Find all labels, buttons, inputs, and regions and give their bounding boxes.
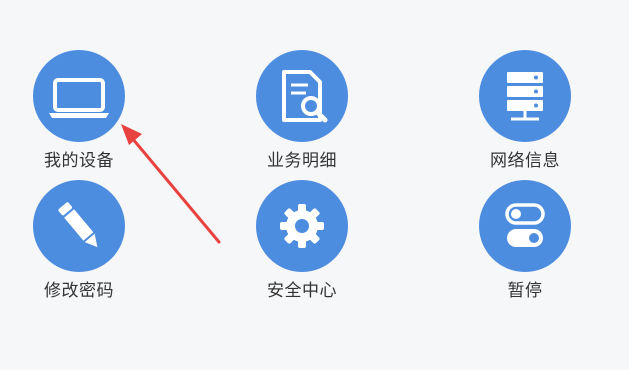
security-center-button[interactable]: 安全中心 — [226, 180, 376, 310]
my-devices-button[interactable]: 我的设备 — [3, 50, 153, 180]
menu-page: 我的设备 业务明细 网络信息 修改密码 安全中心 暂停 — [0, 0, 629, 370]
laptop-icon — [49, 78, 109, 118]
toggle-icon — [505, 203, 545, 247]
gear-icon — [280, 204, 324, 248]
pencil-icon — [58, 202, 98, 248]
server-icon — [507, 72, 543, 121]
pause-label: 暂停 — [507, 281, 543, 301]
document-search-icon — [282, 70, 328, 123]
business-details-button[interactable]: 业务明细 — [226, 50, 376, 180]
network-info-button[interactable]: 网络信息 — [449, 50, 599, 180]
security-center-circle — [256, 180, 348, 272]
security-center-label: 安全中心 — [267, 281, 337, 301]
change-password-label: 修改密码 — [44, 281, 114, 301]
change-password-button[interactable]: 修改密码 — [3, 180, 153, 310]
pause-circle — [479, 180, 571, 272]
my-devices-circle — [33, 50, 125, 142]
network-info-label: 网络信息 — [490, 151, 560, 171]
network-info-circle — [479, 50, 571, 142]
my-devices-label: 我的设备 — [44, 151, 114, 171]
business-details-label: 业务明细 — [267, 151, 337, 171]
pause-button[interactable]: 暂停 — [449, 180, 599, 310]
change-password-circle — [33, 180, 125, 272]
business-details-circle — [256, 50, 348, 142]
